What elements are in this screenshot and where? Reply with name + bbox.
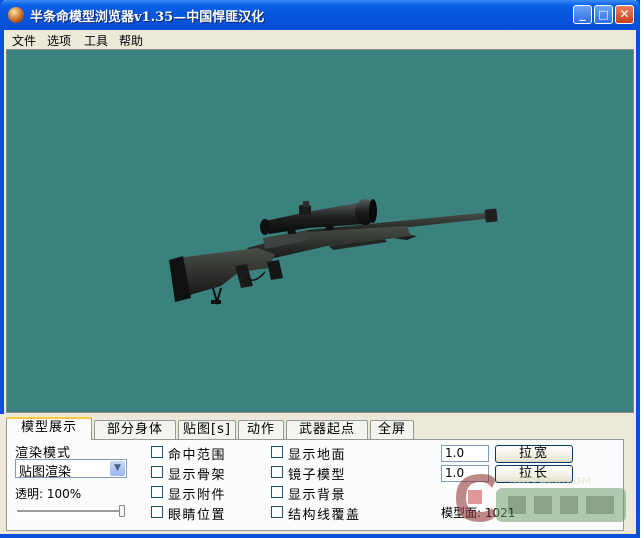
tab-model-display[interactable]: 模型展示 — [6, 417, 92, 440]
dropdown-arrow-icon[interactable]: ▼ — [110, 461, 125, 476]
menu-file[interactable]: 文件 — [12, 32, 36, 49]
stretch-height-button[interactable]: 拉长 — [495, 465, 573, 483]
window-title: 半条命模型浏览器v1.35—中国悍匪汉化 — [30, 10, 265, 25]
tab-weapon-origin[interactable]: 武器起点 — [286, 420, 368, 439]
checkbox-label-mirror-model: 镜子模型 — [288, 468, 347, 483]
stretch-width-button[interactable]: 拉宽 — [495, 445, 573, 463]
checkbox-ground[interactable] — [271, 446, 283, 458]
transparency-label: 透明: 100% — [15, 487, 82, 501]
scale-height-input[interactable]: 1.0 — [441, 465, 489, 482]
menu-options[interactable]: 选项 — [47, 32, 71, 49]
title-bar[interactable]: 半条命模型浏览器v1.35—中国悍匪汉化 _ □ ✕ — [0, 0, 640, 30]
checkbox-wireframe-overlay[interactable] — [271, 506, 283, 518]
sniper-rifle-model — [169, 199, 498, 306]
menu-help[interactable]: 帮助 — [119, 32, 143, 49]
checkbox-label-ground: 显示地面 — [288, 448, 347, 463]
tab-textures[interactable]: 贴图[s] — [178, 420, 236, 439]
control-panel: 模型展示 部分身体 贴图[s] 动作 武器起点 全屏 渲染模式 贴图渲染 ▼ 透… — [0, 414, 632, 534]
render-mode-select[interactable]: 贴图渲染 ▼ — [15, 459, 127, 480]
maximize-button[interactable]: □ — [594, 5, 613, 24]
app-icon[interactable] — [8, 7, 24, 23]
close-button[interactable]: ✕ — [615, 5, 634, 24]
checkbox-hitboxes[interactable] — [151, 446, 163, 458]
checkbox-mirror-model[interactable] — [271, 466, 283, 478]
model-faces-count: 模型面: 1021 — [441, 506, 516, 520]
minimize-button[interactable]: _ — [573, 5, 592, 24]
transparency-slider-track[interactable] — [17, 510, 125, 513]
checkbox-background[interactable] — [271, 486, 283, 498]
checkbox-label-eye-position: 眼睛位置 — [168, 508, 227, 523]
checkbox-label-wireframe-overlay: 结构线覆盖 — [288, 508, 361, 523]
tab-sequences[interactable]: 动作 — [238, 420, 284, 439]
render-mode-value: 贴图渲染 — [19, 465, 72, 480]
transparency-slider-thumb[interactable] — [119, 505, 125, 517]
tab-fullscreen[interactable]: 全屏 — [370, 420, 414, 439]
tab-content: 渲染模式 贴图渲染 ▼ 透明: 100% 命中范围 显示骨架 显示附件 眼睛位置… — [6, 439, 624, 531]
checkbox-eye-position[interactable] — [151, 506, 163, 518]
menu-bar: 文件 选项 工具 帮助 — [4, 30, 636, 48]
model-viewport[interactable] — [6, 49, 634, 413]
checkbox-label-bones: 显示骨架 — [168, 468, 227, 483]
checkbox-label-hitboxes: 命中范围 — [168, 448, 227, 463]
tab-body-parts[interactable]: 部分身体 — [94, 420, 176, 439]
scale-width-input[interactable]: 1.0 — [441, 445, 489, 462]
checkbox-label-attachments: 显示附件 — [168, 488, 227, 503]
menu-tools[interactable]: 工具 — [84, 32, 108, 49]
checkbox-attachments[interactable] — [151, 486, 163, 498]
checkbox-bones[interactable] — [151, 466, 163, 478]
checkbox-label-background: 显示背景 — [288, 488, 347, 503]
